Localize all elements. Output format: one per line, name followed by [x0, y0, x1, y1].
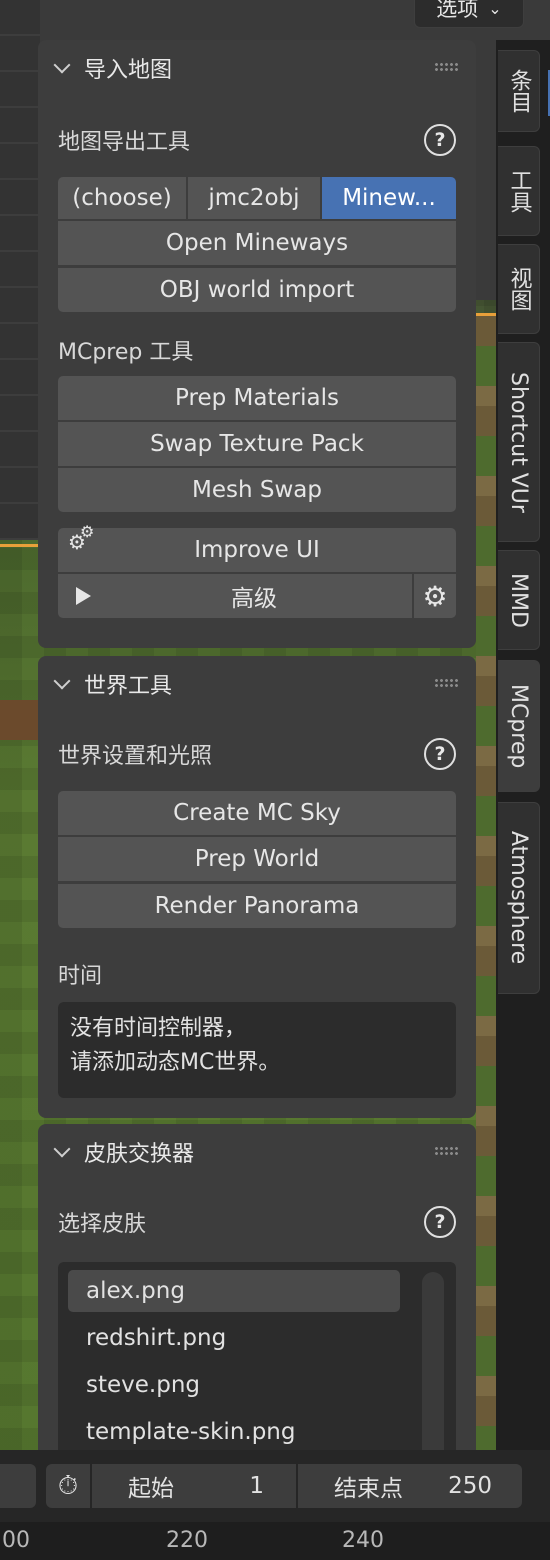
drag-handle-icon[interactable] — [434, 678, 460, 688]
tab-mmd-label: MMD — [506, 572, 531, 628]
exporter-label-row: 地图导出工具 ? — [58, 122, 456, 158]
options-dropdown-label: 选项 — [436, 0, 479, 21]
tab-shortcut-vur-label: Shortcut VUr — [506, 371, 531, 513]
start-frame-label: 起始 — [128, 1476, 174, 1502]
time-label: 时间 — [58, 964, 103, 989]
mcprep-tools-label: MCprep 工具 — [58, 340, 194, 365]
expand-arrow-icon — [76, 587, 91, 605]
settings-gear-icon[interactable]: ⚙ — [412, 574, 456, 618]
frame-ruler[interactable]: 200 220 240 — [0, 1522, 550, 1560]
help-icon[interactable]: ? — [424, 1206, 456, 1238]
mcprep-tools-label-row: MCprep 工具 — [58, 332, 456, 368]
end-frame-field[interactable]: 结束点 250 — [298, 1464, 522, 1508]
swap-texture-pack-button[interactable]: Swap Texture Pack — [58, 422, 456, 466]
tab-atmosphere-label: Atmosphere — [506, 831, 531, 965]
world-tools-panel: 世界工具 世界设置和光照 ? Create MC Sky Prep World … — [38, 656, 476, 1118]
tab-mmd[interactable]: MMD — [498, 550, 540, 650]
gears-icon: ⚙ — [80, 522, 95, 541]
world-tools-header[interactable]: 世界工具 — [38, 656, 476, 712]
panel-title: 世界工具 — [84, 674, 173, 699]
chevron-down-icon — [53, 1140, 71, 1158]
tab-item[interactable]: 条目 — [498, 50, 540, 132]
help-icon[interactable]: ? — [424, 738, 456, 770]
viewport-grid — [0, 0, 40, 540]
tab-atmosphere[interactable]: Atmosphere — [498, 802, 540, 994]
drag-handle-icon[interactable] — [434, 62, 460, 72]
prep-materials-button[interactable]: Prep Materials — [58, 376, 456, 420]
tab-tool[interactable]: 工具 — [498, 146, 540, 236]
tab-shortcut-vur[interactable]: Shortcut VUr — [498, 342, 540, 542]
chevron-down-icon — [53, 56, 71, 74]
exporter-option-mineways[interactable]: Minew... — [322, 177, 456, 219]
tab-item-label: 条目 — [506, 69, 532, 113]
mesh-swap-button[interactable]: Mesh Swap — [58, 468, 456, 512]
list-item[interactable]: alex.png — [68, 1270, 400, 1312]
help-icon[interactable]: ? — [424, 124, 456, 156]
open-mineways-button[interactable]: Open Mineways — [58, 221, 456, 265]
world-settings-label-row: 世界设置和光照 ? — [58, 736, 456, 772]
select-skin-label: 选择皮肤 — [58, 1212, 147, 1237]
tab-mcprep[interactable]: MCprep — [498, 660, 540, 792]
end-frame-label: 结束点 — [334, 1476, 403, 1502]
ruler-tick-label: 220 — [166, 1528, 208, 1553]
terrain-strip — [476, 316, 496, 1450]
selection-outline — [0, 544, 40, 547]
import-map-header[interactable]: 导入地图 — [38, 40, 476, 96]
tab-mcprep-label: MCprep — [506, 683, 531, 769]
render-panorama-button[interactable]: Render Panorama — [58, 884, 456, 928]
time-label-row: 时间 — [58, 956, 456, 992]
timeline-bar: ⏱ 起始 1 结束点 250 — [0, 1450, 550, 1522]
improve-ui-label: Improve UI — [194, 537, 320, 563]
exporter-selector: (choose) jmc2obj Minew... — [58, 177, 456, 219]
list-item[interactable]: steve.png — [68, 1364, 400, 1406]
terrain-block — [0, 700, 40, 740]
time-message-line: 请添加动态MC世界。 — [70, 1050, 281, 1075]
obj-world-import-button[interactable]: OBJ world import — [58, 268, 456, 312]
prep-world-button[interactable]: Prep World — [58, 837, 456, 881]
exporter-option-jmc2obj[interactable]: jmc2obj — [188, 177, 320, 219]
start-frame-value: 1 — [249, 1473, 264, 1499]
list-item[interactable]: redshirt.png — [68, 1317, 400, 1359]
sidebar-tabs: 条目 工具 视图 Shortcut VUr MMD MCprep Atmosph… — [496, 40, 550, 1450]
frame-range: ⏱ 起始 1 结束点 250 — [46, 1464, 522, 1508]
skin-swapper-header[interactable]: 皮肤交换器 — [38, 1124, 476, 1180]
import-map-panel: 导入地图 地图导出工具 ? (choose) jmc2obj Minew... … — [38, 40, 476, 648]
ruler-tick-label: 200 — [0, 1528, 30, 1553]
select-skin-label-row: 选择皮肤 ? — [58, 1204, 456, 1240]
world-settings-label: 世界设置和光照 — [58, 744, 213, 769]
advanced-toggle[interactable]: 高级 ⚙ — [58, 574, 456, 618]
ruler-tick-label: 240 — [342, 1528, 384, 1553]
tab-tool-label: 工具 — [506, 169, 532, 213]
improve-ui-button[interactable]: ⚙ ⚙ Improve UI — [58, 522, 456, 572]
stopwatch-icon[interactable]: ⏱ — [46, 1464, 90, 1508]
tab-view-label: 视图 — [506, 267, 532, 311]
exporter-option-choose[interactable]: (choose) — [58, 177, 186, 219]
create-mc-sky-button[interactable]: Create MC Sky — [58, 791, 456, 835]
chevron-down-icon — [53, 672, 71, 690]
time-message-box: 没有时间控制器， 请添加动态MC世界。 — [58, 1002, 456, 1098]
tab-view[interactable]: 视图 — [498, 244, 540, 334]
end-frame-value: 250 — [448, 1473, 492, 1499]
advanced-label: 高级 — [231, 586, 277, 612]
panel-title: 导入地图 — [84, 58, 173, 83]
timeline-left-button[interactable] — [0, 1464, 36, 1508]
chevron-down-icon: ⌄ — [488, 0, 502, 18]
options-dropdown[interactable]: 选项 ⌄ — [414, 0, 524, 28]
start-frame-field[interactable]: 起始 1 — [92, 1464, 296, 1508]
time-message-line: 没有时间控制器， — [70, 1016, 247, 1041]
exporter-label: 地图导出工具 — [58, 130, 191, 155]
list-item[interactable]: template-skin.png — [68, 1411, 400, 1453]
drag-handle-icon[interactable] — [434, 1146, 460, 1156]
skin-swapper-panel: 皮肤交换器 选择皮肤 ? alex.png redshirt.png steve… — [38, 1124, 476, 1492]
panel-title: 皮肤交换器 — [84, 1142, 195, 1167]
